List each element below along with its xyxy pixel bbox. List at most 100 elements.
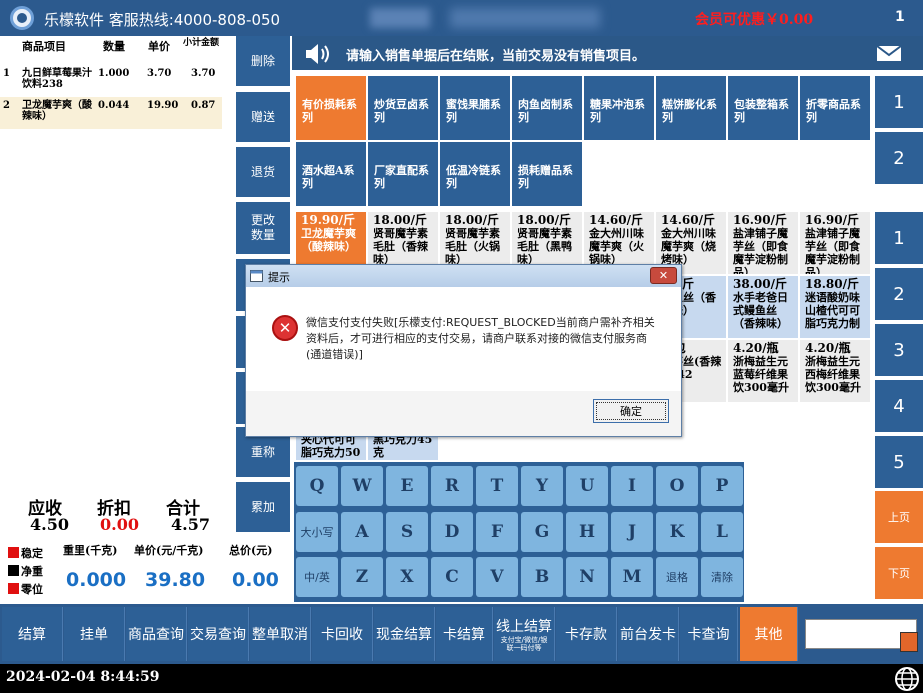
key-clear[interactable]: 清除 [701, 557, 743, 597]
category-tile[interactable]: 酒水超A系列 [296, 142, 366, 206]
product-tile[interactable]: 4.20/瓶 浙梅益生元蓝莓纤维果饮300毫升 [728, 340, 798, 402]
accumulate-button[interactable]: 累加 [236, 482, 290, 532]
category-tile[interactable]: 包装整箱系列 [728, 76, 798, 140]
category-tile[interactable]: 炒货豆卤系列 [368, 76, 438, 140]
delete-button[interactable]: 删除 [236, 36, 290, 86]
card-deposit-button[interactable]: 卡存款 [556, 607, 617, 661]
category-tile[interactable]: 折零商品系列 [800, 76, 870, 140]
datetime: 2024-02-04 8:44:59 [6, 669, 160, 685]
key-y[interactable]: Y [521, 466, 563, 506]
product-page-3-button[interactable]: 3 [875, 324, 923, 376]
page-up-button[interactable]: 上页 [875, 491, 923, 543]
key-e[interactable]: E [386, 466, 428, 506]
product-tile[interactable]: 16.90/斤 盐津铺子魔芋丝（即食魔芋淀粉制品） [800, 212, 870, 274]
key-c[interactable]: C [431, 557, 473, 597]
category-tile[interactable]: 厂家直配系列 [368, 142, 438, 206]
category-tile[interactable]: 肉鱼卤制系列 [512, 76, 582, 140]
category-page-2-button[interactable]: 2 [875, 132, 923, 184]
product-name: 贤哥魔芋素毛肚（火锅味） [445, 227, 500, 266]
key-lang-toggle[interactable]: 中/英 [296, 557, 338, 597]
key-v[interactable]: V [476, 557, 518, 597]
stable-indicator: 稳定 [8, 545, 43, 561]
cancel-order-button[interactable]: 整单取消 [250, 607, 311, 661]
category-tile[interactable]: 损耗赠品系列 [512, 142, 582, 206]
change-qty-button[interactable]: 更改数量 [236, 202, 290, 254]
close-button[interactable]: ✕ [650, 267, 677, 284]
transaction-query-button[interactable]: 交易查询 [188, 607, 249, 661]
key-n[interactable]: N [566, 557, 608, 597]
product-price: 16.90/斤 [733, 213, 787, 227]
key-t[interactable]: T [476, 466, 518, 506]
product-tile[interactable]: 18.80/斤 迷语酸奶味山楂代可可脂巧克力制 [800, 276, 870, 338]
key-j[interactable]: J [611, 512, 653, 552]
category-tile[interactable]: 糕饼膨化系列 [656, 76, 726, 140]
key-f[interactable]: F [476, 512, 518, 552]
product-tile[interactable]: 38.00/斤 水手老爸日式鳗鱼丝（香辣味） [728, 276, 798, 338]
card-query-button[interactable]: 卡查询 [680, 607, 738, 661]
key-s[interactable]: S [386, 512, 428, 552]
gross-label: 重里(千克) [63, 544, 118, 557]
key-d[interactable]: D [431, 512, 473, 552]
issue-card-button[interactable]: 前台发卡 [618, 607, 679, 661]
hold-order-button[interactable]: 挂单 [64, 607, 125, 661]
mail-icon[interactable] [876, 45, 902, 62]
alert-dialog: 提示 ✕ ✕ 微信支付支付失败[乐檬支付:REQUEST_BLOCKED当前商户… [245, 264, 682, 437]
key-l[interactable]: L [701, 512, 743, 552]
product-name: 贤哥魔芋素毛肚（香辣味） [373, 227, 428, 266]
category-tile[interactable]: 蜜饯果脯系列 [440, 76, 510, 140]
online-checkout-label: 线上结算 [496, 619, 552, 635]
other-button[interactable]: 其他 [740, 607, 798, 661]
product-name: 浙梅益生元西梅纤维果饮300毫升 [805, 355, 861, 394]
return-button[interactable]: 退货 [236, 147, 290, 197]
table-row[interactable]: 2 卫龙魔芋爽（酸辣味） 0.044 19.90 0.87 [0, 97, 222, 129]
online-checkout-button[interactable]: 线上结算 支付宝/微信/银联一码付等 [494, 607, 555, 661]
key-caps[interactable]: 大小写 [296, 512, 338, 552]
on-screen-keyboard: Q W E R T Y U I O P 大小写 A S D F G H J K … [294, 462, 744, 602]
gift-button[interactable]: 赠送 [236, 92, 290, 142]
key-g[interactable]: G [521, 512, 563, 552]
redacted-region [370, 8, 430, 28]
key-p[interactable]: P [701, 466, 743, 506]
product-page-2-button[interactable]: 2 [875, 268, 923, 320]
card-recycle-button[interactable]: 卡回收 [312, 607, 373, 661]
product-name: 金大州川味魔芋爽（火锅味） [589, 227, 644, 266]
product-page-4-button[interactable]: 4 [875, 380, 923, 432]
product-page-5-button[interactable]: 5 [875, 436, 923, 488]
checkout-button[interactable]: 结算 [2, 607, 63, 661]
key-b[interactable]: B [521, 557, 563, 597]
row-name: 九日鲜草莓果汁饮料238 [22, 68, 92, 90]
key-h[interactable]: H [566, 512, 608, 552]
key-i[interactable]: I [611, 466, 653, 506]
key-u[interactable]: U [566, 466, 608, 506]
product-name: 水手老爸日式鳗鱼丝（香辣味） [733, 291, 788, 330]
globe-icon[interactable] [894, 666, 920, 692]
product-tile[interactable]: 4.20/瓶 浙梅益生元西梅纤维果饮300毫升 [800, 340, 870, 402]
category-page-1-button[interactable]: 1 [875, 76, 923, 128]
key-x[interactable]: X [386, 557, 428, 597]
key-m[interactable]: M [611, 557, 653, 597]
product-page-1-button[interactable]: 1 [875, 212, 923, 264]
product-query-button[interactable]: 商品查询 [126, 607, 187, 661]
member-discount: 会员可优惠￥0.00 [695, 12, 814, 28]
category-tile[interactable]: 低温冷链系列 [440, 142, 510, 206]
ok-button[interactable]: 确定 [593, 399, 669, 423]
flag-icon[interactable] [900, 632, 918, 652]
key-o[interactable]: O [656, 466, 698, 506]
key-a[interactable]: A [341, 512, 383, 552]
key-k[interactable]: K [656, 512, 698, 552]
key-q[interactable]: Q [296, 466, 338, 506]
key-r[interactable]: R [431, 466, 473, 506]
card-checkout-button[interactable]: 卡结算 [436, 607, 493, 661]
category-tile[interactable]: 糖果冲泡系列 [584, 76, 654, 140]
key-z[interactable]: Z [341, 557, 383, 597]
product-tile[interactable]: 16.90/斤 盐津铺子魔芋丝（即食魔芋淀粉制品） [728, 212, 798, 274]
counter-number: 1 [895, 9, 905, 25]
page-down-button[interactable]: 下页 [875, 547, 923, 599]
cash-checkout-button[interactable]: 现金结算 [374, 607, 435, 661]
key-w[interactable]: W [341, 466, 383, 506]
category-tile[interactable]: 有价损耗系列 [296, 76, 366, 140]
key-backspace[interactable]: 退格 [656, 557, 698, 597]
product-price: 18.00/斤 [445, 213, 499, 227]
total-price-label: 总价(元) [229, 544, 273, 557]
table-row[interactable]: 1 九日鲜草莓果汁饮料238 1.000 3.70 3.70 [0, 68, 222, 98]
